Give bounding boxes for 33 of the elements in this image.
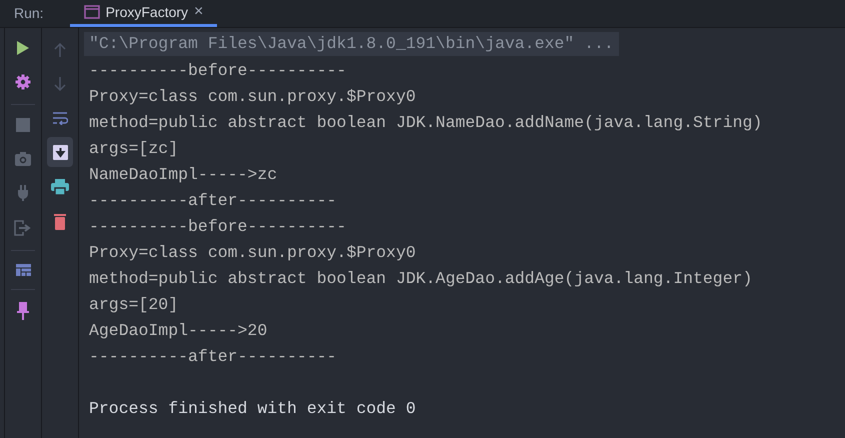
down-arrow-icon	[54, 77, 66, 91]
scroll-to-end-button[interactable]	[47, 137, 73, 167]
console-line: ----------before----------	[89, 60, 346, 82]
window-icon	[84, 5, 100, 19]
panel-label: Run:	[14, 4, 44, 23]
camera-icon	[14, 151, 32, 167]
wrap-lines-icon	[52, 111, 68, 125]
console-line: ----------before----------	[89, 216, 346, 238]
layout-icon	[16, 264, 30, 276]
pin-icon	[17, 302, 29, 320]
run-tab[interactable]: ProxyFactory ×	[70, 0, 218, 27]
console-line: args=[20]	[89, 294, 178, 316]
scroll-to-end-icon	[52, 144, 68, 160]
stop-icon	[16, 118, 30, 132]
console-line: method=public abstract boolean JDK.AgeDao.addAge(java.lang.Integer)	[89, 268, 752, 290]
console-line: NameDaoImpl----->zc	[89, 164, 278, 186]
settings-icon	[15, 74, 31, 90]
exit-icon	[14, 220, 32, 236]
console-line: ----------after----------	[89, 190, 337, 212]
close-button[interactable]: ×	[194, 4, 204, 20]
run-icon	[16, 40, 30, 56]
console-line: method=public abstract boolean JDK.NameDao.addName(java.lang.String)	[89, 112, 762, 134]
tab-title: ProxyFactory	[106, 2, 188, 22]
up-arrow-icon	[54, 43, 66, 57]
print-icon	[51, 179, 69, 195]
console-line: AgeDaoImpl----->20	[89, 320, 268, 342]
console-line: ----------after----------	[89, 346, 337, 368]
console-line: Proxy=class com.sun.proxy.$Proxy0	[89, 86, 416, 108]
console-line: Proxy=class com.sun.proxy.$Proxy0	[89, 242, 416, 264]
plug-icon	[17, 185, 29, 201]
console-line: args=[zc]	[89, 138, 178, 160]
exit-message: Process finished with exit code 0	[89, 398, 416, 420]
trash-icon	[54, 214, 66, 230]
